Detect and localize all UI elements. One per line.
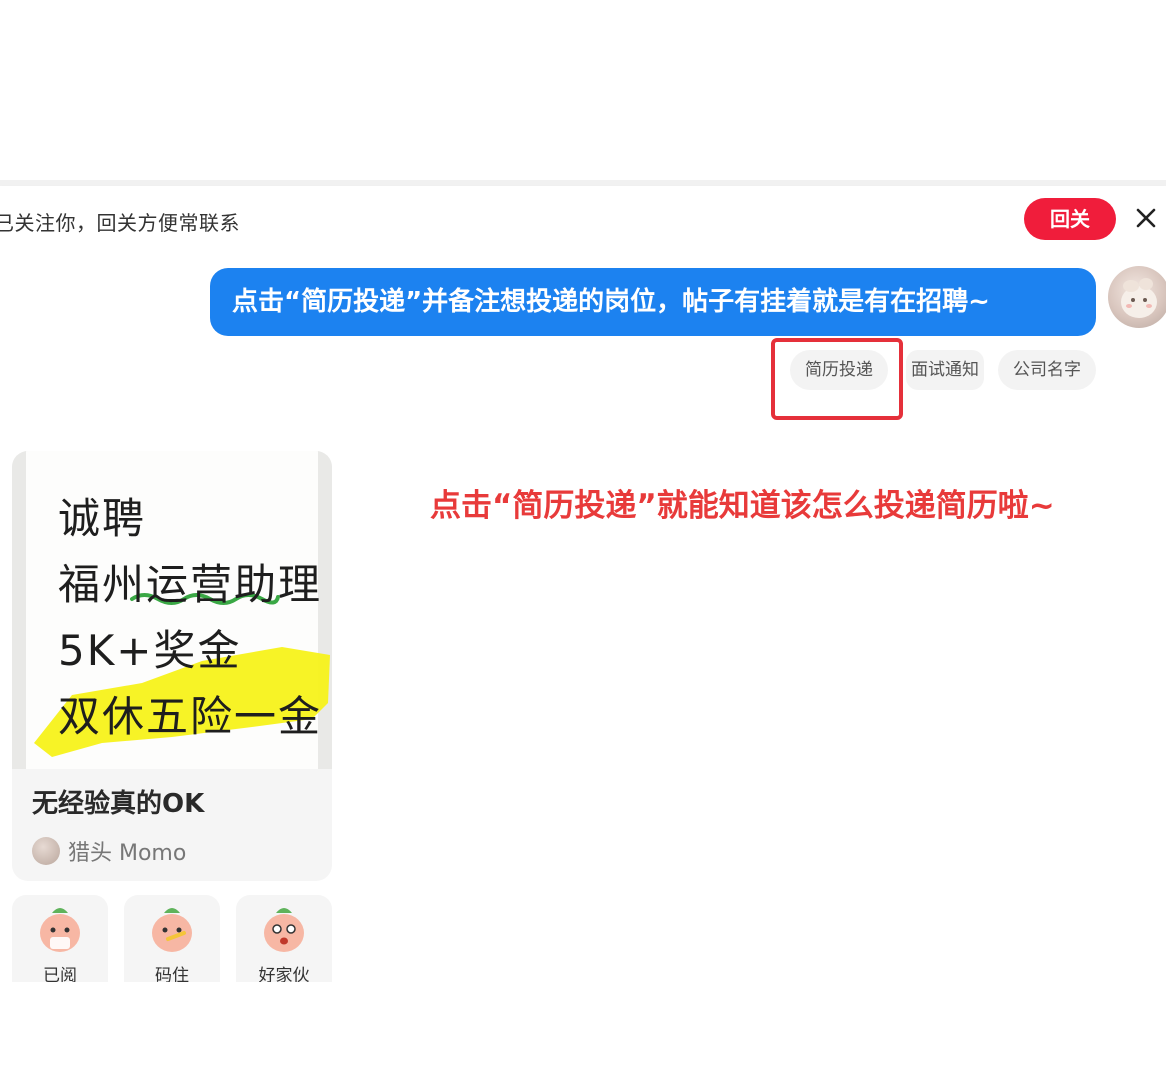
- post-cover-image: 诚聘 福州运营助理 5K+奖金 双休五险一金: [12, 451, 332, 769]
- sticker-noted[interactable]: 码住: [124, 895, 220, 995]
- peach-sticker-icon: [40, 908, 80, 952]
- highlight-box: [771, 338, 903, 420]
- poster-line: 5K+奖金: [58, 626, 242, 675]
- close-icon[interactable]: [1134, 206, 1158, 230]
- chat-area: 点击“简历投递”并备注想投递的岗位，帖子有挂着就是有在招聘~ 简历投递 面试通知…: [0, 254, 1166, 995]
- post-card[interactable]: 诚聘 福州运营助理 5K+奖金 双休五险一金 无经验真的OK 猎头 Momo: [12, 451, 332, 881]
- author-name: 猎头 Momo: [68, 841, 187, 866]
- top-blank-area: [0, 0, 1166, 180]
- follow-notice-text: 已关注你，回关方便常联系: [0, 211, 240, 235]
- avatar[interactable]: [1108, 266, 1166, 328]
- poster-line: 双休五险一金: [58, 692, 323, 741]
- peach-sticker-icon: [264, 908, 304, 952]
- annotation-text: 点击“简历投递”就能知道该怎么投递简历啦~: [430, 488, 1055, 524]
- message-bubble: 点击“简历投递”并备注想投递的岗位，帖子有挂着就是有在招聘~: [210, 268, 1096, 336]
- peach-sticker-icon: [152, 908, 192, 952]
- author-avatar: [32, 837, 60, 865]
- post-title: 无经验真的OK: [32, 789, 205, 819]
- follow-notice-bar: 已关注你，回关方便常联系 回关: [0, 186, 1166, 254]
- quick-reply-interview[interactable]: 面试通知: [906, 350, 984, 390]
- poster-line: 诚聘: [58, 494, 147, 543]
- follow-back-button[interactable]: 回关: [1024, 198, 1116, 240]
- poster-line: 福州运营助理: [58, 560, 323, 609]
- bottom-blank-area: [0, 982, 1166, 1080]
- sticker-read[interactable]: 已阅: [12, 895, 108, 995]
- sticker-wow[interactable]: 好家伙: [236, 895, 332, 995]
- avatar-illustration-icon: [1121, 278, 1157, 318]
- quick-reply-company[interactable]: 公司名字: [998, 350, 1096, 390]
